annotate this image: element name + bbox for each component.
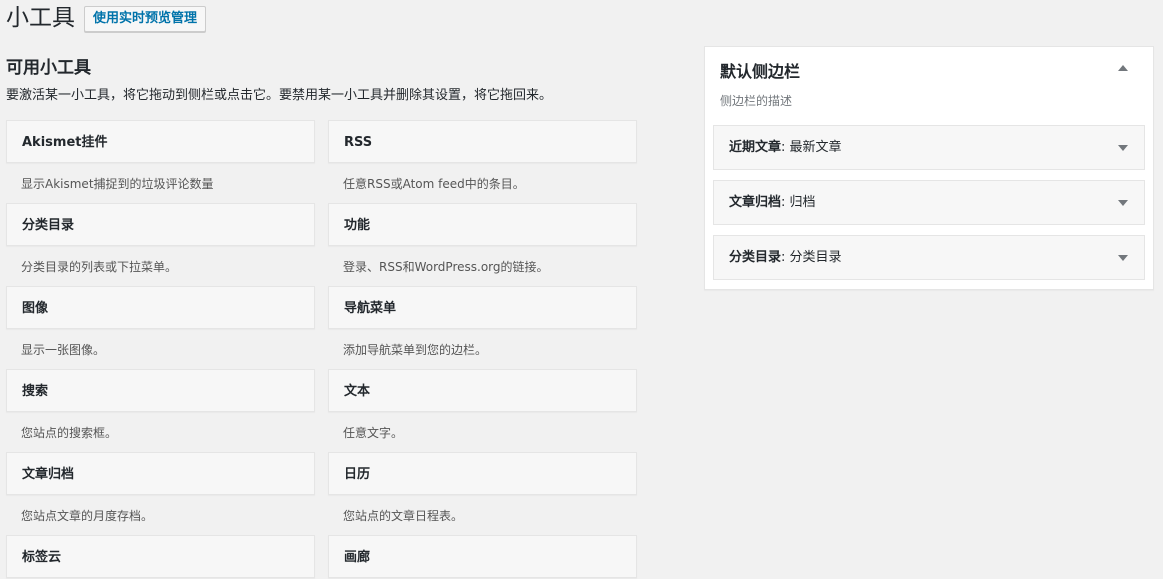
widget-title[interactable]: 搜索 (6, 369, 315, 412)
widget-description: 显示一张图像。 (21, 343, 106, 357)
available-widgets-heading: 可用小工具 (6, 58, 91, 78)
sidebar-widget-categories[interactable]: 分类目录: 分类目录 (713, 235, 1145, 280)
widget-title[interactable]: 文章归档 (6, 452, 315, 495)
sidebar-title: 默认侧边栏 (720, 62, 801, 81)
widget-description: 任意文字。 (343, 426, 404, 440)
sidebar-widget-archives[interactable]: 文章归档: 归档 (713, 180, 1145, 225)
widget-item-text[interactable]: 文本 任意文字。 (328, 369, 637, 442)
widget-item-tag-cloud[interactable]: 标签云 (6, 535, 315, 578)
arrow-down-icon[interactable] (1118, 145, 1128, 151)
widget-description: 显示Akismet捕捉到的垃圾评论数量 (21, 177, 214, 191)
page-header: 小工具 使用实时预览管理 (6, 4, 207, 33)
widget-title[interactable]: 图像 (6, 286, 315, 329)
widget-title[interactable]: 导航菜单 (328, 286, 637, 329)
sidebar-widget-name: 分类目录 (729, 250, 782, 265)
sidebar-widget-recent-posts[interactable]: 近期文章: 最新文章 (713, 125, 1145, 170)
widget-title[interactable]: 文本 (328, 369, 637, 412)
widget-item-calendar[interactable]: 日历 您站点的文章日程表。 (328, 452, 637, 525)
widget-item-rss[interactable]: RSS 任意RSS或Atom feed中的条目。 (328, 120, 637, 193)
widget-description: 任意RSS或Atom feed中的条目。 (343, 177, 525, 191)
widget-item-akismet[interactable]: Akismet挂件 显示Akismet捕捉到的垃圾评论数量 (6, 120, 315, 193)
widget-description: 添加导航菜单到您的边栏。 (343, 343, 488, 357)
widget-title[interactable]: 功能 (328, 203, 637, 246)
widget-item-gallery[interactable]: 画廊 (328, 535, 637, 578)
sidebar-widget-title: : 最新文章 (781, 140, 842, 155)
available-widgets-section: 可用小工具 要激活某一小工具，将它拖动到侧栏或点击它。要禁用某一小工具并删除其设… (6, 57, 638, 105)
widget-item-nav-menu[interactable]: 导航菜单 添加导航菜单到您的边栏。 (328, 286, 637, 359)
widget-title[interactable]: Akismet挂件 (6, 120, 315, 163)
widget-item-archives[interactable]: 文章归档 您站点文章的月度存档。 (6, 452, 315, 525)
sidebar-widget-name: 文章归档 (729, 195, 782, 210)
widget-description: 分类目录的列表或下拉菜单。 (21, 260, 178, 274)
manage-with-live-preview-button[interactable]: 使用实时预览管理 (84, 5, 207, 32)
widget-title[interactable]: 标签云 (6, 535, 315, 578)
widget-title[interactable]: 画廊 (328, 535, 637, 578)
widget-item-meta[interactable]: 功能 登录、RSS和WordPress.org的链接。 (328, 203, 637, 276)
arrow-up-icon[interactable] (1118, 65, 1128, 71)
available-widgets-description: 要激活某一小工具，将它拖动到侧栏或点击它。要禁用某一小工具并删除其设置，将它拖回… (6, 88, 553, 103)
sidebar-widget-name: 近期文章 (729, 140, 782, 155)
sidebar-widget-title: : 归档 (781, 195, 816, 210)
widget-title[interactable]: 日历 (328, 452, 637, 495)
sidebar-description: 侧边栏的描述 (720, 94, 793, 108)
widget-title[interactable]: 分类目录 (6, 203, 315, 246)
widget-item-categories[interactable]: 分类目录 分类目录的列表或下拉菜单。 (6, 203, 315, 276)
widget-title[interactable]: RSS (328, 120, 637, 163)
default-sidebar-panel: 默认侧边栏 侧边栏的描述 近期文章: 最新文章 文章归档: 归档 分类目录: 分… (704, 46, 1154, 290)
widget-description: 登录、RSS和WordPress.org的链接。 (343, 260, 549, 274)
widget-item-image[interactable]: 图像 显示一张图像。 (6, 286, 315, 359)
page-title: 小工具 (6, 5, 75, 31)
sidebar-header[interactable]: 默认侧边栏 (705, 47, 1153, 87)
widget-item-search[interactable]: 搜索 您站点的搜索框。 (6, 369, 315, 442)
sidebar-widget-title: : 分类目录 (781, 250, 842, 265)
widget-description: 您站点的搜索框。 (21, 426, 118, 440)
arrow-down-icon[interactable] (1118, 200, 1128, 206)
arrow-down-icon[interactable] (1118, 255, 1128, 261)
widget-description: 您站点的文章日程表。 (343, 509, 464, 523)
widget-description: 您站点文章的月度存档。 (21, 509, 154, 523)
